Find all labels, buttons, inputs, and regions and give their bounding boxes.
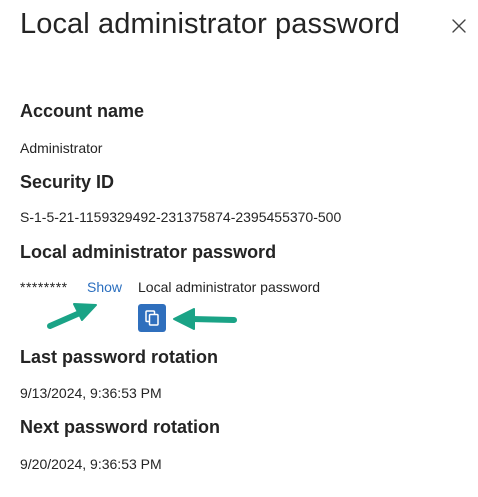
last-rotation-heading: Last password rotation	[20, 347, 219, 367]
last-rotation-value: 9/13/2024, 9:36:53 PM	[20, 385, 162, 401]
security-id-heading: Security ID	[20, 172, 115, 192]
password-heading: Local administrator password	[20, 242, 277, 262]
next-rotation-heading: Next password rotation	[20, 417, 221, 437]
annotation-arrow-show-icon	[47, 303, 97, 329]
account-name-value: Administrator	[20, 140, 103, 156]
close-icon	[452, 19, 466, 33]
copy-password-button[interactable]	[138, 304, 166, 332]
next-rotation-value: 9/20/2024, 9:36:53 PM	[20, 456, 162, 472]
panel-title: Local administrator password	[20, 8, 400, 40]
copy-icon	[145, 310, 159, 326]
masked-password: ********	[20, 279, 68, 295]
close-button[interactable]	[446, 13, 472, 39]
show-password-link[interactable]: Show	[87, 278, 122, 296]
account-name-heading: Account name	[20, 101, 145, 121]
security-id-value: S-1-5-21-1159329492-231375874-2395455370…	[20, 209, 342, 225]
annotation-arrow-copy-icon	[173, 308, 237, 330]
password-label: Local administrator password	[138, 279, 321, 295]
